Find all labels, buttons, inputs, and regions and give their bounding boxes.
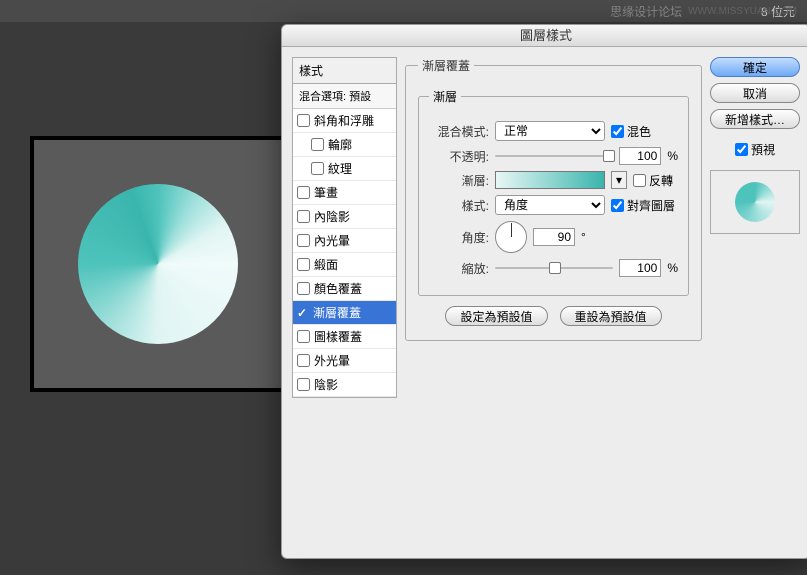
preview-checkbox[interactable] xyxy=(735,143,748,156)
styles-header[interactable]: 樣式 xyxy=(293,58,396,84)
preview-circle-icon xyxy=(735,182,775,222)
style-label: 樣式: xyxy=(429,197,489,214)
watermark-url: WWW.MISSYUAN.COM xyxy=(688,6,797,17)
style-item-3[interactable]: 筆畫 xyxy=(293,181,396,205)
opacity-label: 不透明: xyxy=(429,148,489,165)
style-item-label: 紋理 xyxy=(328,160,352,177)
percent-sign-2: % xyxy=(667,261,678,275)
blend-mode-label: 混合模式: xyxy=(429,123,489,140)
style-item-1[interactable]: 輪廓 xyxy=(293,133,396,157)
scale-input[interactable] xyxy=(619,259,661,277)
style-item-label: 內光暈 xyxy=(314,232,350,249)
style-item-0[interactable]: 斜角和浮雕 xyxy=(293,109,396,133)
preview-checkbox-label[interactable]: 預視 xyxy=(710,141,800,158)
opacity-input[interactable] xyxy=(619,147,661,165)
preview-thumbnail xyxy=(710,170,800,234)
dither-checkbox-label[interactable]: 混色 xyxy=(611,123,651,140)
style-checkbox[interactable] xyxy=(311,138,324,151)
gradient-group: 漸層 混合模式: 正常 混色 不透明: % xyxy=(418,88,689,296)
align-checkbox[interactable] xyxy=(611,199,624,212)
style-item-label: 筆畫 xyxy=(314,184,338,201)
style-item-2[interactable]: 紋理 xyxy=(293,157,396,181)
align-checkbox-label[interactable]: 對齊圖層 xyxy=(611,197,675,214)
styles-list-panel: 樣式 混合選項: 預設 斜角和浮雕輪廓紋理筆畫內陰影內光暈緞面顏色覆蓋漸層覆蓋圖… xyxy=(292,57,397,398)
style-checkbox[interactable] xyxy=(311,162,324,175)
watermark: 思缘设计论坛 WWW.MISSYUAN.COM xyxy=(610,3,797,20)
ok-button[interactable]: 確定 xyxy=(710,57,800,77)
style-checkbox[interactable] xyxy=(297,282,310,295)
reverse-checkbox-label[interactable]: 反轉 xyxy=(633,172,673,189)
style-item-4[interactable]: 內陰影 xyxy=(293,205,396,229)
percent-sign: % xyxy=(667,149,678,163)
style-select[interactable]: 角度 xyxy=(495,195,605,215)
right-action-panel: 確定 取消 新增樣式… 預視 xyxy=(710,57,800,398)
document-canvas[interactable] xyxy=(30,136,286,392)
style-item-5[interactable]: 內光暈 xyxy=(293,229,396,253)
gradient-field-label: 漸層: xyxy=(429,172,489,189)
set-default-button[interactable]: 設定為預設值 xyxy=(445,306,547,326)
style-item-label: 緞面 xyxy=(314,256,338,273)
style-checkbox[interactable] xyxy=(297,378,310,391)
style-item-label: 圖樣覆蓋 xyxy=(314,328,362,345)
style-item-label: 斜角和浮雕 xyxy=(314,112,374,129)
gradient-legend: 漸層 xyxy=(429,88,461,105)
style-checkbox[interactable] xyxy=(297,234,310,247)
style-checkbox[interactable] xyxy=(297,354,310,367)
style-item-9[interactable]: 圖樣覆蓋 xyxy=(293,325,396,349)
degree-sign: ° xyxy=(581,230,586,244)
new-style-button[interactable]: 新增樣式… xyxy=(710,109,800,129)
style-item-10[interactable]: 外光暈 xyxy=(293,349,396,373)
cancel-button[interactable]: 取消 xyxy=(710,83,800,103)
style-item-label: 外光暈 xyxy=(314,352,350,369)
gradient-circle-preview xyxy=(78,184,238,344)
angle-label: 角度: xyxy=(429,229,489,246)
gradient-overlay-group: 漸層覆蓋 漸層 混合模式: 正常 混色 不透明: xyxy=(405,57,702,341)
scale-label: 縮放: xyxy=(429,260,489,277)
style-checkbox[interactable] xyxy=(297,330,310,343)
blending-options-header[interactable]: 混合選項: 預設 xyxy=(293,84,396,109)
style-checkbox[interactable] xyxy=(297,114,310,127)
reset-default-button[interactable]: 重設為預設值 xyxy=(560,306,662,326)
style-item-8[interactable]: 漸層覆蓋 xyxy=(293,301,396,325)
style-item-label: 顏色覆蓋 xyxy=(314,280,362,297)
style-item-6[interactable]: 緞面 xyxy=(293,253,396,277)
dialog-title: 圖層樣式 xyxy=(282,25,807,47)
checkmark-icon xyxy=(297,306,309,320)
style-item-label: 輪廓 xyxy=(328,136,352,153)
layer-style-dialog: 圖層樣式 樣式 混合選項: 預設 斜角和浮雕輪廓紋理筆畫內陰影內光暈緞面顏色覆蓋… xyxy=(281,24,807,559)
style-item-11[interactable]: 陰影 xyxy=(293,373,396,397)
blend-mode-select[interactable]: 正常 xyxy=(495,121,605,141)
style-checkbox[interactable] xyxy=(297,210,310,223)
style-checkbox[interactable] xyxy=(297,258,310,271)
style-item-label: 內陰影 xyxy=(314,208,350,225)
style-item-7[interactable]: 顏色覆蓋 xyxy=(293,277,396,301)
style-checkbox[interactable] xyxy=(297,186,310,199)
gradient-swatch[interactable] xyxy=(495,171,605,189)
watermark-text: 思缘设计论坛 xyxy=(610,3,682,20)
reverse-checkbox[interactable] xyxy=(633,174,646,187)
dither-checkbox[interactable] xyxy=(611,125,624,138)
style-item-label: 陰影 xyxy=(314,376,338,393)
scale-slider[interactable] xyxy=(495,260,613,276)
group-legend: 漸層覆蓋 xyxy=(418,57,474,74)
gradient-dropdown-button[interactable]: ▾ xyxy=(611,171,627,189)
opacity-slider[interactable] xyxy=(495,148,613,164)
angle-dial[interactable] xyxy=(495,221,527,253)
settings-panel: 漸層覆蓋 漸層 混合模式: 正常 混色 不透明: xyxy=(405,57,702,398)
style-item-label: 漸層覆蓋 xyxy=(313,304,361,321)
angle-input[interactable] xyxy=(533,228,575,246)
